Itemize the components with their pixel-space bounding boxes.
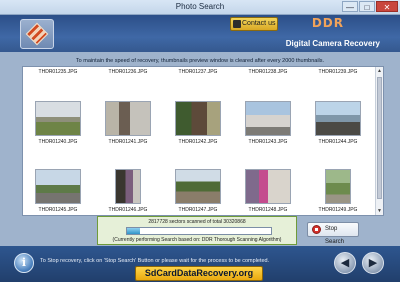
current-search-text: (Currently performing Search based on: D… (112, 237, 282, 243)
contact-us-label: Contact us (242, 20, 276, 27)
photo-thumbnail (35, 101, 81, 136)
stop-search-button[interactable]: Stop Search (307, 222, 359, 245)
thumbnail-caption: THDR01236.JPG (108, 69, 148, 75)
photo-thumbnail (245, 101, 291, 136)
thumbnail-caption: THDR01243.JPG (248, 139, 288, 145)
thumbnail-caption: THDR01242.JPG (178, 139, 218, 145)
footer-bar: i To Stop recovery, click on 'Stop Searc… (0, 246, 400, 282)
scan-progress-fill (127, 228, 141, 234)
stop-search-label: Stop Search (325, 226, 345, 245)
thumbnail-caption: THDR01237.JPG (178, 69, 218, 75)
thumbnail-caption: THDR01240.JPG (38, 139, 78, 145)
contact-icon (233, 20, 241, 28)
brand-name: DDR (311, 16, 344, 30)
contact-us-button[interactable]: Contact us (230, 17, 278, 31)
thumbnail-caption: THDR01249.JPG (318, 207, 358, 213)
photo-thumbnail (315, 101, 361, 136)
title-bar: Photo Search — □ ✕ (0, 0, 400, 15)
maximize-button[interactable]: □ (359, 1, 375, 12)
close-button[interactable]: ✕ (376, 1, 398, 12)
product-subtitle: Digital Camera Recovery (285, 39, 380, 48)
thumbnail-caption: THDR01241.JPG (108, 139, 148, 145)
thumbnail-preview-panel: THDR01235.JPG THDR01236.JPG THDR01237.JP… (22, 66, 384, 216)
thumbnail-caption: THDR01246.JPG (108, 207, 148, 213)
thumbnail-caption: THDR01235.JPG (38, 69, 78, 75)
photo-thumbnail (325, 169, 351, 204)
window-title: Photo Search (175, 2, 225, 11)
photo-thumbnail (175, 101, 221, 136)
scroll-up-icon[interactable]: ▲ (376, 67, 383, 75)
logo (20, 19, 54, 49)
recovery-logo-icon (25, 22, 49, 46)
vertical-scrollbar[interactable]: ▲ ▼ (375, 67, 383, 215)
next-button[interactable]: ▶ (362, 252, 384, 274)
thumbnail-caption: THDR01248.JPG (248, 207, 288, 213)
footer-instruction: To Stop recovery, click on 'Stop Search'… (40, 258, 270, 264)
thumbnail-caption: THDR01239.JPG (318, 69, 358, 75)
thumbnail-caption: THDR01245.JPG (38, 207, 78, 213)
thumbnail-caption: THDR01247.JPG (178, 207, 218, 213)
website-banner[interactable]: SdCardDataRecovery.org (135, 266, 263, 281)
scan-progress-bar (126, 227, 272, 235)
photo-thumbnail (245, 169, 291, 204)
info-icon: i (14, 253, 34, 273)
thumbnail-caption: THDR01244.JPG (318, 139, 358, 145)
scroll-down-icon[interactable]: ▼ (376, 207, 383, 215)
thumbnail-grid: THDR01235.JPG THDR01236.JPG THDR01237.JP… (23, 67, 377, 215)
photo-thumbnail (105, 101, 151, 136)
thumbnail-caption: THDR01238.JPG (248, 69, 288, 75)
photo-thumbnail (115, 169, 141, 204)
header-banner: Contact us DDR Digital Camera Recovery (0, 15, 400, 52)
minimize-button[interactable]: — (342, 1, 358, 12)
thumbnail-info-text: To maintain the speed of recovery, thumb… (75, 58, 325, 64)
photo-thumbnail (175, 169, 221, 204)
scrollbar-thumb[interactable] (377, 77, 382, 199)
photo-thumbnail (35, 169, 81, 204)
window-controls: — □ ✕ (342, 1, 398, 12)
scan-status-box: 2817728 sectors scanned of total 3032086… (97, 216, 297, 245)
back-button[interactable]: ◀ (334, 252, 356, 274)
stop-icon (312, 225, 321, 234)
sectors-scanned-text: 2817728 sectors scanned of total 3032086… (148, 219, 246, 225)
